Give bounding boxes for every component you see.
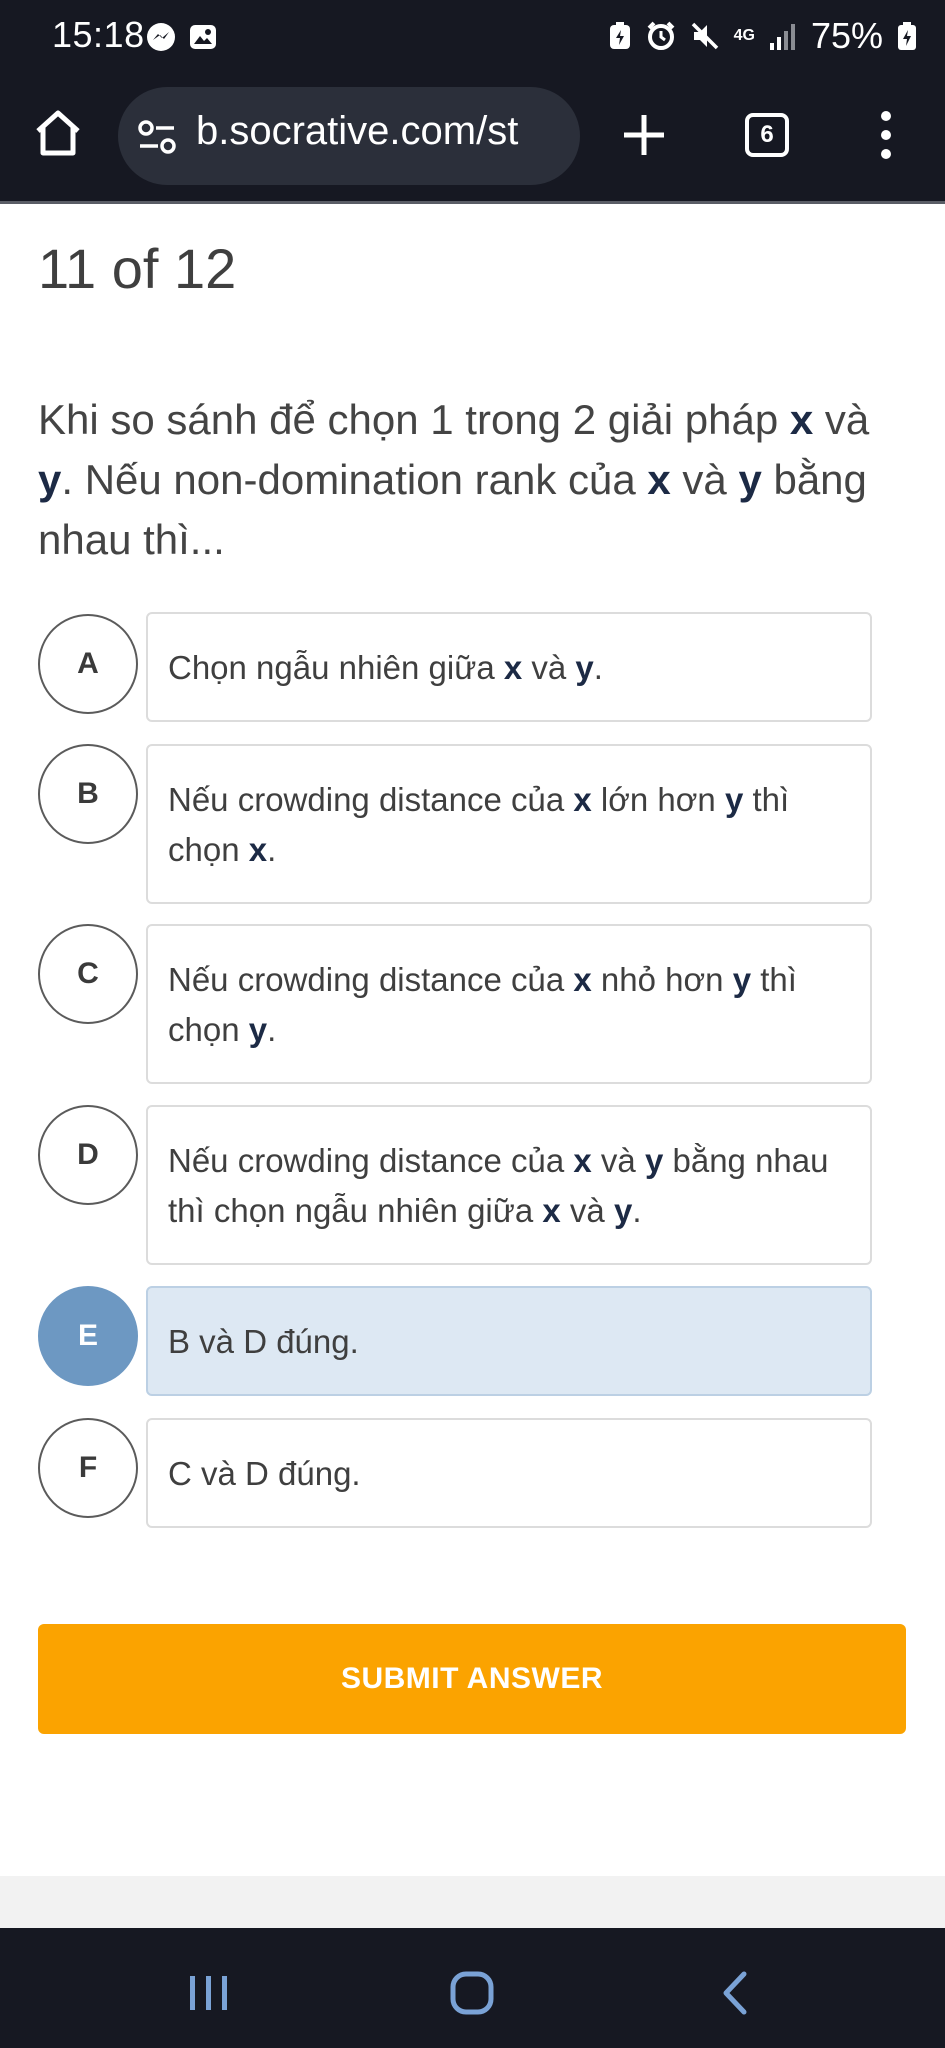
option-text: Chọn ngẫu nhiên giữa x và y. xyxy=(168,649,603,686)
mute-icon xyxy=(691,22,718,50)
back-icon[interactable] xyxy=(712,1970,762,2016)
question-text: Khi so sánh để chọn 1 trong 2 giải pháp … xyxy=(38,396,870,563)
option-letter[interactable]: F xyxy=(38,1418,138,1518)
browser-toolbar: b.socrative.com/st 6 xyxy=(0,73,945,204)
tab-count: 6 xyxy=(760,121,774,148)
plus-icon[interactable] xyxy=(622,113,666,157)
battery-saver-icon xyxy=(609,22,630,49)
option-letter[interactable]: A xyxy=(38,614,138,714)
network-type: 4G xyxy=(733,27,755,44)
status-icons: 4G 75% xyxy=(608,14,917,58)
option-text: Nếu crowding distance của x và y bằng nh… xyxy=(168,1142,829,1229)
home-icon[interactable] xyxy=(32,107,84,159)
option-text: B và D đúng. xyxy=(168,1323,359,1360)
option-text: C và D đúng. xyxy=(168,1455,361,1492)
option-choice[interactable]: Nếu crowding distance của x lớn hơn y th… xyxy=(146,744,872,904)
signal-icon xyxy=(769,24,795,50)
option-text: Nếu crowding distance của x nhỏ hơn y th… xyxy=(168,961,797,1048)
status-bar: 15:18 4G 75% xyxy=(0,0,945,73)
gallery-icon xyxy=(190,25,216,49)
option-letter[interactable]: C xyxy=(38,924,138,1024)
home-icon[interactable] xyxy=(448,1970,498,2016)
option-choice[interactable]: C và D đúng. xyxy=(146,1418,872,1528)
address-bar[interactable]: b.socrative.com/st xyxy=(118,87,580,185)
recents-icon[interactable] xyxy=(184,1970,234,2016)
site-settings-icon[interactable] xyxy=(138,119,176,155)
more-vert-icon[interactable] xyxy=(876,109,896,161)
option-choice[interactable]: Nếu crowding distance của x nhỏ hơn y th… xyxy=(146,924,872,1084)
battery-percent: 75% xyxy=(810,15,883,56)
alarm-icon xyxy=(647,21,675,50)
messenger-icon xyxy=(147,23,175,51)
battery-icon xyxy=(898,22,916,50)
question-progress: 11 of 12 xyxy=(38,237,237,300)
status-time: 15:18 xyxy=(52,14,145,55)
option-text: Nếu crowding distance của x lớn hơn y th… xyxy=(168,781,790,868)
option-choice[interactable]: Nếu crowding distance của x và y bằng nh… xyxy=(146,1105,872,1265)
option-letter[interactable]: B xyxy=(38,744,138,844)
option-choice[interactable]: B và D đúng. xyxy=(146,1286,872,1396)
system-nav-bar xyxy=(0,1928,945,2048)
option-letter[interactable]: D xyxy=(38,1105,138,1205)
option-choice[interactable]: Chọn ngẫu nhiên giữa x và y. xyxy=(146,612,872,722)
url-text: b.socrative.com/st xyxy=(196,109,519,153)
tabs-button[interactable]: 6 xyxy=(745,113,789,157)
page-footer xyxy=(0,1876,945,1928)
option-letter[interactable]: E xyxy=(38,1286,138,1386)
submit-answer-button[interactable]: SUBMIT ANSWER xyxy=(38,1624,906,1734)
